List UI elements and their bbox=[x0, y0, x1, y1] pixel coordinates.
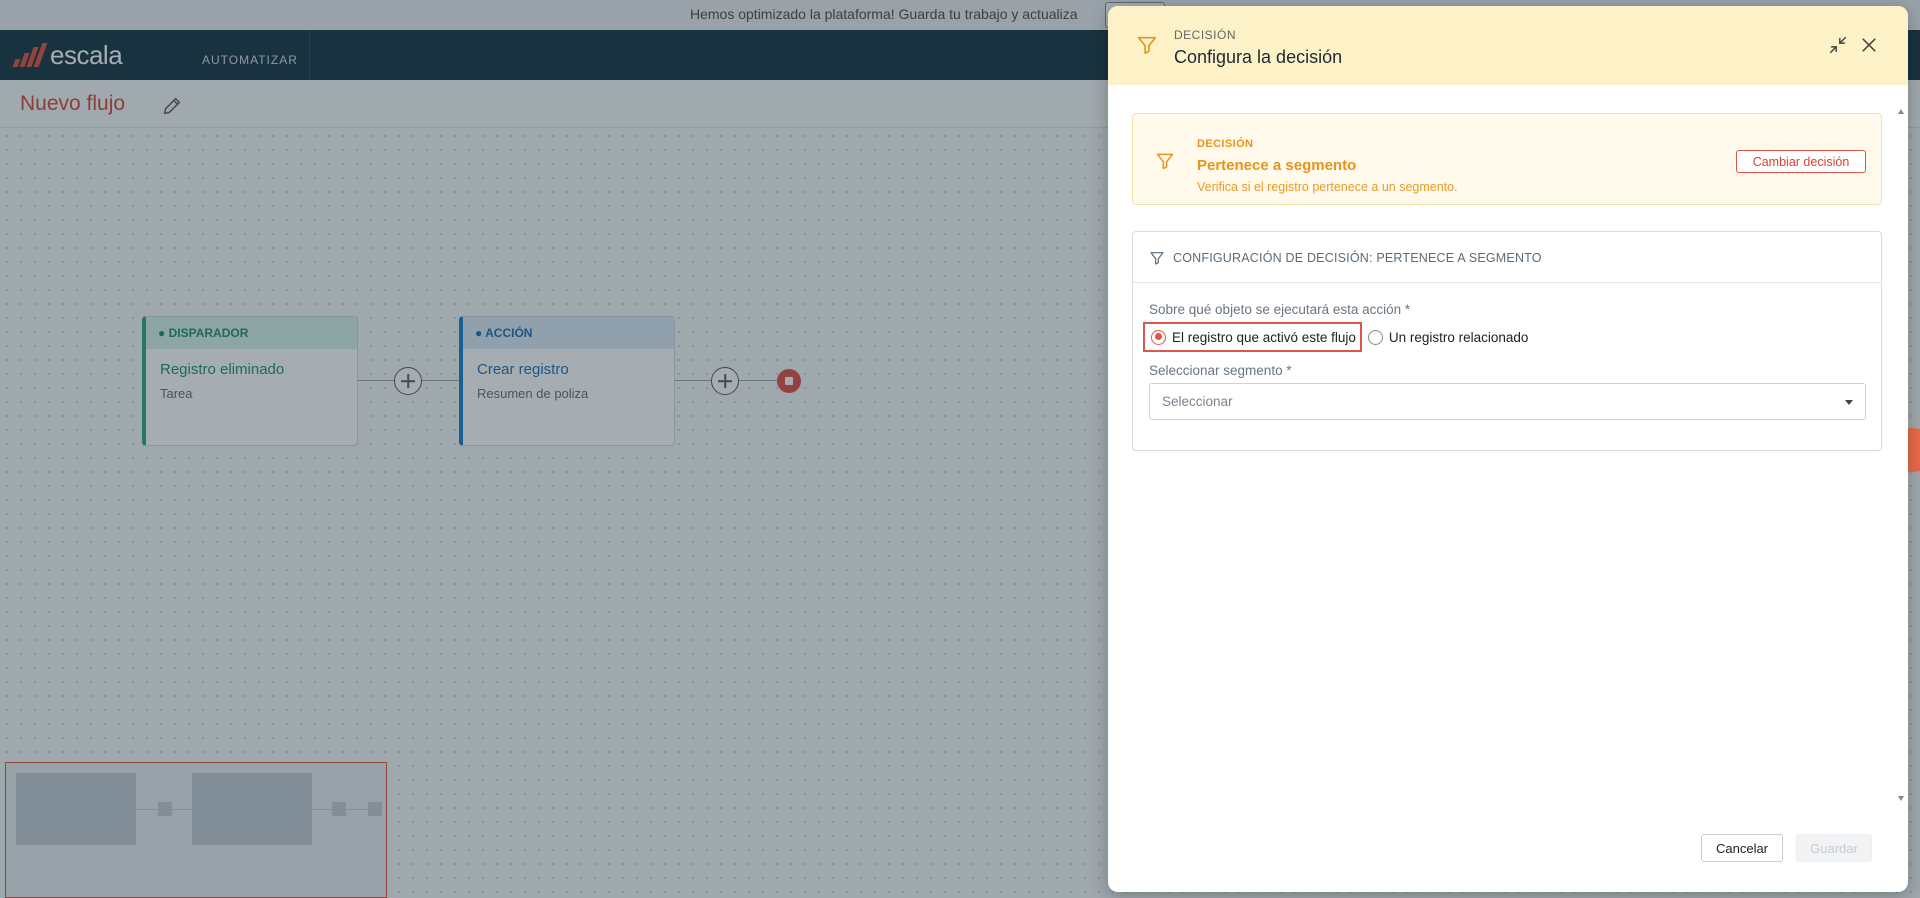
radio-button-selected[interactable] bbox=[1151, 329, 1166, 345]
decision-config-panel: DECISIÓN Configura la decisión DECISIÓN … bbox=[1108, 6, 1908, 892]
funnel-icon bbox=[1150, 252, 1164, 265]
scroll-up-arrow[interactable] bbox=[1898, 109, 1904, 114]
funnel-icon bbox=[1156, 153, 1174, 170]
chevron-down-icon bbox=[1845, 400, 1853, 405]
config-card-header: CONFIGURACIÓN DE DECISIÓN: PERTENECE A S… bbox=[1133, 232, 1881, 283]
config-card-title: CONFIGURACIÓN DE DECISIÓN: PERTENECE A S… bbox=[1173, 251, 1542, 265]
panel-header: DECISIÓN Configura la decisión bbox=[1108, 6, 1908, 85]
decision-config-card: CONFIGURACIÓN DE DECISIÓN: PERTENECE A S… bbox=[1132, 231, 1882, 451]
funnel-icon bbox=[1137, 36, 1157, 55]
segment-select[interactable]: Seleccionar bbox=[1149, 383, 1866, 420]
panel-title: Configura la decisión bbox=[1174, 47, 1343, 67]
save-button[interactable]: Guardar bbox=[1796, 834, 1872, 862]
selected-decision-card: DECISIÓN Pertenece a segmento Verifica s… bbox=[1132, 113, 1882, 205]
radio-button[interactable] bbox=[1367, 329, 1383, 345]
radio-option-trigger-record[interactable]: El registro que activó este flujo bbox=[1143, 322, 1362, 352]
segment-select-placeholder: Seleccionar bbox=[1162, 394, 1233, 409]
segment-field-label: Seleccionar segmento * bbox=[1149, 363, 1292, 378]
object-field-label: Sobre qué objeto se ejecutará esta acció… bbox=[1149, 302, 1411, 317]
cancel-button[interactable]: Cancelar bbox=[1701, 834, 1783, 862]
panel-overline: DECISIÓN bbox=[1174, 28, 1237, 42]
radio-option-label: Un registro relacionado bbox=[1388, 329, 1529, 345]
radio-option-related-record[interactable]: Un registro relacionado bbox=[1362, 322, 1533, 352]
collapse-arrows-icon[interactable] bbox=[1827, 34, 1849, 56]
object-radio-group: El registro que activó este flujo Un reg… bbox=[1143, 322, 1532, 352]
decision-description: Verifica si el registro pertenece a un s… bbox=[1197, 180, 1458, 194]
close-icon[interactable] bbox=[1859, 35, 1879, 55]
decision-title: Pertenece a segmento bbox=[1197, 157, 1357, 174]
scroll-down-arrow[interactable] bbox=[1898, 796, 1904, 801]
radio-option-label: El registro que activó este flujo bbox=[1172, 329, 1356, 345]
change-decision-button[interactable]: Cambiar decisión bbox=[1736, 150, 1866, 173]
decision-overline: DECISIÓN bbox=[1197, 138, 1254, 150]
